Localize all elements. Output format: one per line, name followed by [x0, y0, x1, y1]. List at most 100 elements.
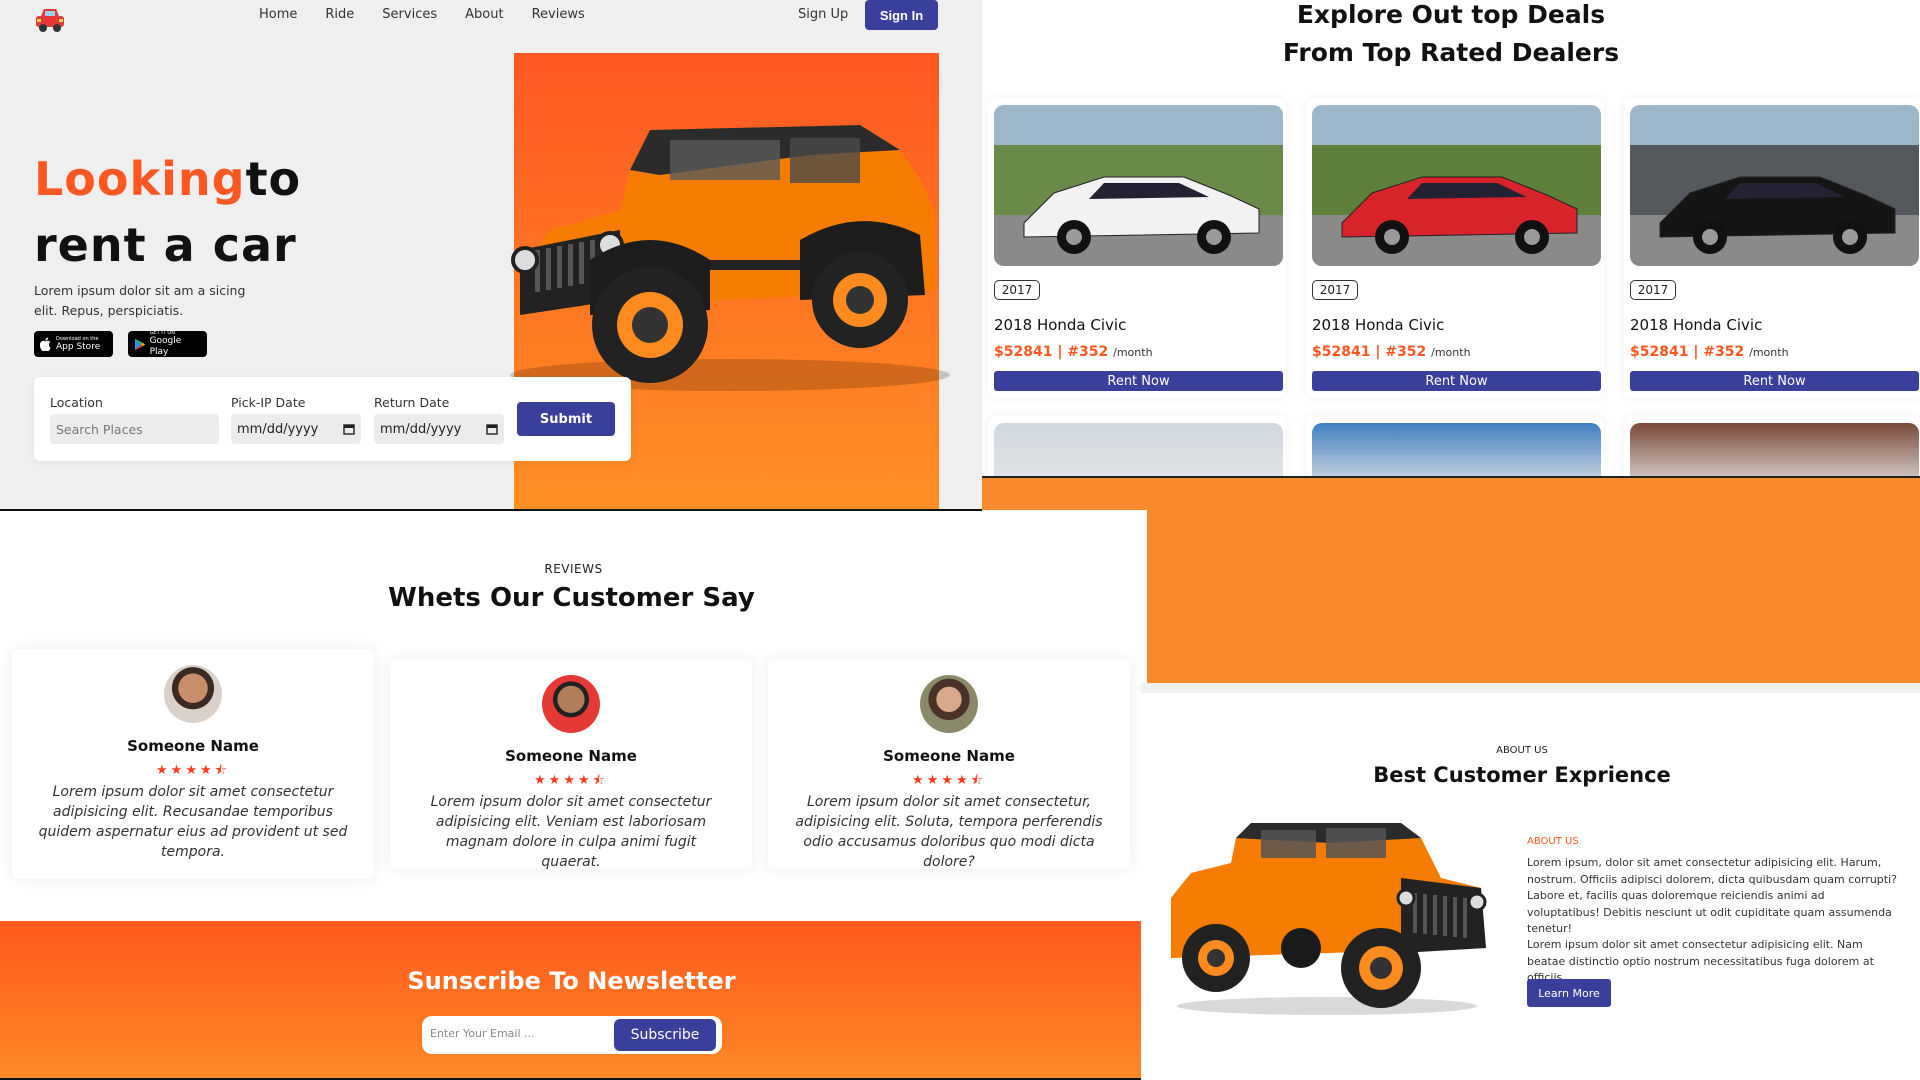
rent-now-button[interactable]: Rent Now — [1312, 371, 1601, 391]
nav-about[interactable]: About — [465, 7, 503, 22]
frame-edge — [0, 509, 982, 511]
main-nav: Home Ride Services About Reviews — [259, 7, 613, 22]
hero-title: Lookingto rent a car — [34, 146, 301, 278]
review-text: Lorem ipsum dolor sit amet consectetur a… — [38, 784, 348, 860]
nav-reviews[interactable]: Reviews — [532, 7, 585, 22]
newsletter-section: Sunscribe To Newsletter Enter Your Email… — [0, 921, 1141, 1080]
price-value: $52841 | #352 — [1630, 344, 1745, 360]
price-value: $52841 | #352 — [994, 344, 1109, 360]
star-rating: ★★★★⯪ — [534, 773, 608, 788]
car-photo — [1630, 105, 1919, 266]
price-period: /month — [1749, 346, 1789, 359]
calendar-icon — [343, 424, 355, 435]
car-image — [994, 105, 1283, 266]
subscribe-button[interactable]: Subscribe — [614, 1019, 716, 1051]
hero-title-highlight: Looking — [34, 152, 246, 206]
app-store-button[interactable]: Download on the App Store — [34, 331, 113, 357]
star-rating: ★★★★⯪ — [912, 773, 986, 788]
car-image — [1630, 105, 1919, 266]
car-image — [994, 423, 1283, 478]
rent-now-button[interactable]: Rent Now — [1630, 371, 1919, 391]
about-title: Best Customer Exprience — [1373, 763, 1671, 787]
hero-section: Home Ride Services About Reviews Sign Up… — [0, 0, 982, 510]
car-name: 2018 Honda Civic — [1312, 316, 1445, 334]
deal-card: 2017 2018 Honda Civic $52841 | #352 /month… — [1624, 98, 1920, 398]
reviewer-name: Someone Name — [505, 747, 637, 765]
pickup-date-label: Pick-IP Date — [231, 395, 306, 410]
email-input[interactable]: Enter Your Email ... — [430, 1027, 535, 1040]
hero-title-line-2: rent a car — [34, 218, 297, 272]
review-card: Someone Name ★★★★⯪ Lorem ipsum dolor sit… — [390, 659, 752, 870]
google-play-icon — [134, 338, 146, 350]
pickup-date-value: mm/dd/yyyy — [237, 421, 319, 437]
calendar-icon — [486, 424, 498, 435]
pickup-date-input[interactable]: mm/dd/yyyy — [231, 414, 361, 444]
submit-button[interactable]: Submit — [517, 402, 615, 436]
about-top-divider — [1141, 683, 1920, 693]
reviews-section: REVIEWS Whets Our Customer Say Someone N… — [0, 510, 1147, 920]
car-icon[interactable] — [34, 6, 66, 34]
app-store-small-text: Download on the — [56, 335, 99, 342]
car-price: $52841 | #352 /month — [994, 344, 1153, 360]
car-photo — [1312, 105, 1601, 266]
year-badge: 2017 — [1630, 280, 1676, 300]
google-play-button[interactable]: GET IT ON Google Play — [128, 330, 207, 357]
car-image — [1312, 423, 1601, 478]
learn-more-button[interactable]: Learn More — [1527, 979, 1611, 1007]
sign-in-button[interactable]: Sign In — [865, 0, 938, 30]
review-card: Someone Name ★★★★⯪ Lorem ipsum dolor sit… — [12, 649, 374, 879]
reviewer-name: Someone Name — [127, 737, 259, 755]
deals-title: Explore Out top Deals From Top Rated Dea… — [982, 0, 1920, 72]
avatar — [920, 675, 978, 733]
rent-now-button[interactable]: Rent Now — [994, 371, 1283, 391]
hero-jeep-image — [510, 125, 950, 391]
deal-card-partial — [988, 416, 1286, 478]
review-text: Lorem ipsum dolor sit amet consectetur a… — [430, 794, 712, 870]
app-store-text: App Store — [56, 341, 101, 352]
car-photo — [994, 105, 1283, 266]
location-input[interactable]: Search Places — [50, 414, 219, 444]
sign-up-link[interactable]: Sign Up — [798, 7, 848, 22]
newsletter-form: Enter Your Email ... Subscribe — [422, 1016, 722, 1054]
year-badge: 2017 — [994, 280, 1040, 300]
nav-ride[interactable]: Ride — [325, 7, 354, 22]
deals-title-line-2: From Top Rated Dealers — [1282, 38, 1620, 67]
review-text: Lorem ipsum dolor sit amet consectetur, … — [795, 794, 1103, 870]
deal-card-partial — [1624, 416, 1920, 478]
deal-card: 2017 2018 Honda Civic $52841 | #352 /month… — [988, 98, 1286, 398]
location-label: Location — [50, 395, 103, 410]
about-subheading: ABOUT US — [1527, 836, 1579, 847]
car-image — [1630, 423, 1919, 478]
about-kicker: ABOUT US — [1496, 745, 1548, 756]
nav-home[interactable]: Home — [259, 7, 297, 22]
return-date-label: Return Date — [374, 395, 450, 410]
about-section: ABOUT US Best Customer Exprience ABOUT U… — [1141, 683, 1920, 1080]
avatar — [542, 675, 600, 733]
car-image — [1312, 105, 1601, 266]
car-price: $52841 | #352 /month — [1630, 344, 1789, 360]
deal-card: 2017 2018 Honda Civic $52841 | #352 /month… — [1306, 98, 1604, 398]
google-play-text: Google Play — [149, 336, 182, 357]
car-price: $52841 | #352 /month — [1312, 344, 1471, 360]
nav-services[interactable]: Services — [382, 7, 437, 22]
return-date-input[interactable]: mm/dd/yyyy — [374, 414, 504, 444]
star-rating: ★★★★⯪ — [156, 763, 230, 778]
apple-icon — [40, 337, 51, 351]
hero-description: Lorem ipsum dolor sit am a sicing elit. … — [34, 283, 246, 318]
return-date-value: mm/dd/yyyy — [380, 421, 462, 437]
reviews-kicker: REVIEWS — [544, 562, 603, 576]
year-badge: 2017 — [1312, 280, 1358, 300]
hero-title-to: to — [245, 152, 302, 206]
deals-title-line-1: Explore Out top Deals — [1296, 0, 1606, 29]
price-period: /month — [1431, 346, 1471, 359]
reviews-title: Whets Our Customer Say — [388, 583, 755, 613]
price-value: $52841 | #352 — [1312, 344, 1427, 360]
price-period: /month — [1113, 346, 1153, 359]
car-name: 2018 Honda Civic — [994, 316, 1127, 334]
about-jeep-image — [1171, 823, 1487, 1015]
deals-section: Explore Out top Deals From Top Rated Dea… — [982, 0, 1920, 478]
about-paragraph-1: Lorem ipsum, dolor sit amet consectetur … — [1527, 856, 1897, 935]
review-card: Someone Name ★★★★⯪ Lorem ipsum dolor sit… — [768, 659, 1130, 870]
booking-form: Location Search Places Pick-IP Date mm/d… — [34, 377, 631, 461]
reviewer-name: Someone Name — [883, 747, 1015, 765]
